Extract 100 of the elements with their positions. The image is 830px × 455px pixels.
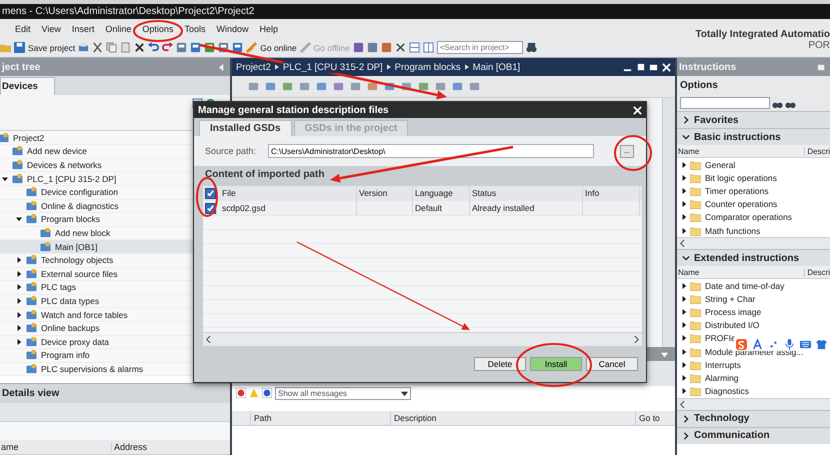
collapsed-arrow-icon[interactable] <box>681 335 687 342</box>
section-header[interactable]: Technology <box>677 410 830 427</box>
devices-tab[interactable]: Devices <box>0 76 55 95</box>
redo-icon[interactable] <box>162 42 174 53</box>
collapsed-arrow-icon[interactable] <box>16 284 22 290</box>
breadcrumb-item[interactable]: Program blocks <box>394 62 461 72</box>
dialog-button[interactable]: Cancel <box>586 357 638 371</box>
print-icon[interactable] <box>78 42 90 53</box>
breadcrumb-item[interactable]: Project2 <box>236 62 271 72</box>
collapsed-arrow-icon[interactable] <box>16 298 22 304</box>
collapsed-arrow-icon[interactable] <box>681 388 687 394</box>
split-horizontal-icon[interactable] <box>408 42 420 53</box>
collapsed-arrow-icon[interactable] <box>681 362 687 368</box>
punctuation-icon[interactable] <box>768 338 779 350</box>
instruction-search-field[interactable] <box>680 97 770 109</box>
collapsed-arrow-icon[interactable] <box>681 188 687 194</box>
undo-icon[interactable] <box>148 42 160 53</box>
menu-item[interactable]: Options <box>142 24 174 34</box>
editor-tool-icon[interactable] <box>333 81 344 92</box>
menu-item[interactable]: Help <box>259 24 278 34</box>
toolbar-icon[interactable] <box>176 42 188 53</box>
instruction-item[interactable]: Date and time-of-day <box>677 279 830 292</box>
maximize-icon[interactable] <box>649 62 658 72</box>
collapsed-arrow-icon[interactable] <box>681 309 687 316</box>
select-all-checkbox[interactable] <box>205 188 216 198</box>
save-project-button[interactable]: Save project <box>28 42 76 52</box>
horizontal-scrollbar[interactable] <box>677 237 830 250</box>
collapsed-arrow-icon[interactable] <box>16 338 22 345</box>
save-icon[interactable] <box>14 42 25 53</box>
search-field[interactable]: <Search in project> <box>436 41 523 54</box>
horizontal-scrollbar[interactable] <box>677 398 830 410</box>
section-header[interactable]: Communication <box>677 426 830 444</box>
collapsed-arrow-icon[interactable] <box>681 162 687 168</box>
menu-item[interactable]: Online <box>105 24 132 34</box>
collapsed-arrow-icon[interactable] <box>681 214 687 220</box>
scroll-left-icon[interactable] <box>679 240 686 248</box>
expanded-arrow-icon[interactable] <box>2 176 8 182</box>
section-header[interactable]: Extended instructions <box>677 249 830 266</box>
instruction-item[interactable]: Counter operations <box>677 198 830 211</box>
dropdown-icon[interactable] <box>660 350 669 358</box>
collapsed-arrow-icon[interactable] <box>681 282 687 289</box>
menu-item[interactable]: Edit <box>15 24 31 34</box>
dialog-button[interactable]: Delete <box>474 357 526 371</box>
instruction-item[interactable]: Bit logic operations <box>677 171 830 184</box>
tab[interactable]: Installed GSDs <box>199 120 292 136</box>
go-online-button[interactable]: Go online <box>260 42 297 52</box>
menu-item[interactable]: View <box>42 24 61 34</box>
collapse-icon[interactable] <box>217 62 226 72</box>
binoculars-icon[interactable] <box>526 42 537 53</box>
copy-icon[interactable] <box>106 42 118 53</box>
keyboard-icon[interactable] <box>800 338 811 350</box>
scroll-right-icon[interactable] <box>633 336 640 343</box>
split-vertical-icon[interactable] <box>422 42 434 53</box>
collapsed-arrow-icon[interactable] <box>16 270 22 277</box>
toolbar-icon[interactable] <box>232 42 244 53</box>
menu-item[interactable]: Window <box>216 24 248 34</box>
microphone-icon[interactable] <box>784 338 795 350</box>
float-icon[interactable] <box>817 62 826 72</box>
scroll-left-icon[interactable] <box>205 336 212 343</box>
expanded-arrow-icon[interactable] <box>16 216 22 222</box>
editor-tool-icon[interactable] <box>418 81 429 92</box>
collapsed-arrow-icon[interactable] <box>681 296 687 302</box>
collapsed-arrow-icon[interactable] <box>681 375 687 382</box>
collapsed-arrow-icon[interactable] <box>681 322 687 328</box>
collapsed-arrow-icon[interactable] <box>681 228 687 234</box>
section-header[interactable]: Favorites <box>677 111 830 128</box>
cut-icon[interactable] <box>92 42 104 53</box>
instruction-item[interactable]: Timer operations <box>677 184 830 198</box>
breadcrumb-item[interactable]: PLC_1 [CPU 315-2 DP] <box>282 62 383 72</box>
scroll-left-icon[interactable] <box>679 400 686 408</box>
vertical-scrollbar[interactable] <box>662 98 675 347</box>
editor-tool-icon[interactable] <box>367 81 378 92</box>
instruction-item[interactable]: Process image <box>677 306 830 319</box>
instruction-item[interactable]: General <box>677 158 830 172</box>
breadcrumb-item[interactable]: Main [OB1] <box>472 62 520 72</box>
toolbar-icon[interactable] <box>352 42 364 53</box>
instruction-item[interactable]: Diagnostics <box>677 384 830 398</box>
instruction-item[interactable]: Distributed I/O <box>677 318 830 332</box>
collapsed-arrow-icon[interactable] <box>16 312 22 318</box>
message-filter-dropdown[interactable]: Show all messages <box>275 386 411 400</box>
info-icon[interactable] <box>262 388 272 398</box>
error-icon[interactable] <box>236 388 246 398</box>
instruction-item[interactable]: String + Char <box>677 292 830 306</box>
menu-item[interactable]: Tools <box>184 24 206 34</box>
toolbar-icon[interactable] <box>190 42 202 53</box>
font-icon[interactable] <box>752 338 763 350</box>
collapsed-arrow-icon[interactable] <box>16 257 22 264</box>
source-path-field[interactable]: C:\Users\Administrator\Desktop\ <box>268 144 594 158</box>
delete-icon[interactable] <box>134 42 146 53</box>
collapsed-arrow-icon[interactable] <box>16 325 22 332</box>
toolbar-icon[interactable] <box>366 42 378 53</box>
restore-icon[interactable] <box>636 62 645 72</box>
section-header[interactable]: Basic instructions <box>677 128 830 145</box>
collapsed-arrow-icon[interactable] <box>681 348 687 355</box>
instruction-item[interactable]: Interrupts <box>677 358 830 372</box>
instruction-item[interactable]: Alarming <box>677 371 830 385</box>
collapsed-arrow-icon[interactable] <box>681 174 687 181</box>
close-icon[interactable] <box>394 42 406 53</box>
collapsed-arrow-icon[interactable] <box>681 201 687 208</box>
instruction-item[interactable]: Comparator operations <box>677 210 830 224</box>
